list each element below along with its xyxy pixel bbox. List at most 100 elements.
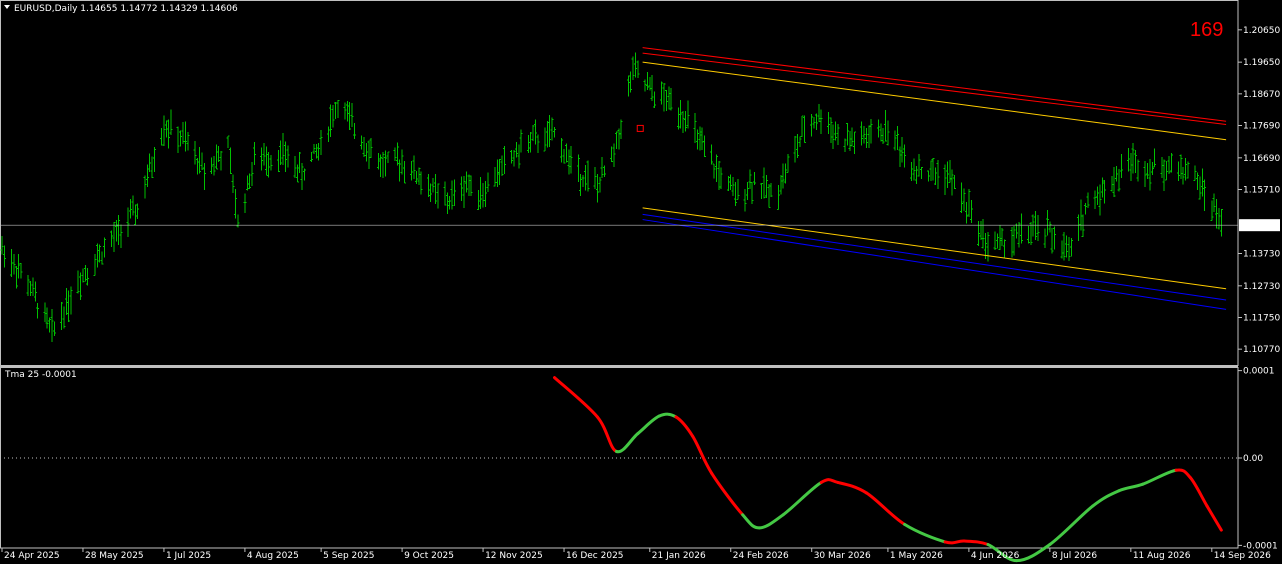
price-bar — [969, 200, 973, 224]
price-bar — [298, 152, 302, 174]
channel-line[interactable] — [642, 213, 1227, 301]
price-bar — [262, 143, 266, 166]
price-bar — [693, 113, 697, 144]
price-bar — [79, 272, 83, 301]
price-bar — [1067, 236, 1071, 261]
price-bar — [312, 144, 316, 155]
price-bar — [893, 130, 897, 151]
price-bar — [93, 254, 97, 276]
price-bar — [500, 155, 504, 176]
channel-line[interactable] — [642, 61, 1227, 141]
channel-line[interactable] — [642, 219, 1227, 310]
osc-segment — [674, 415, 695, 438]
price-bars — [0, 52, 1223, 342]
price-bar — [1160, 157, 1164, 179]
price-bar — [967, 188, 971, 218]
time-tick-label: 8 Jul 2026 — [1052, 551, 1097, 561]
price-bar — [869, 118, 873, 144]
price-bar — [1069, 237, 1073, 257]
price-tick-label: 1.20650 — [1243, 26, 1280, 36]
price-bar — [543, 127, 547, 152]
price-bar — [953, 175, 957, 190]
price-tick-label: 1.12730 — [1243, 282, 1280, 292]
price-bar — [545, 120, 549, 148]
channel-line[interactable] — [642, 52, 1227, 126]
price-bar — [995, 233, 999, 249]
price-bar — [76, 270, 80, 294]
price-bar — [498, 159, 502, 186]
price-bar — [17, 254, 21, 279]
price-bar — [564, 143, 568, 163]
price-bar — [686, 100, 690, 129]
price-bar — [269, 154, 273, 171]
price-bar — [286, 145, 290, 168]
price-bar — [176, 126, 180, 154]
price-bar — [548, 115, 552, 147]
price-bar — [1217, 207, 1221, 230]
price-bar — [333, 101, 337, 119]
price-bar — [698, 126, 702, 151]
price-bar — [1134, 150, 1138, 174]
price-bar — [576, 154, 580, 182]
price-bar — [1146, 162, 1150, 180]
price-bar — [748, 169, 752, 190]
price-bar — [910, 162, 914, 181]
price-bar — [1212, 193, 1216, 212]
trading-chart[interactable]: 1.14606 1.20650 1.19650 1.18670 1.17690 1.16… — [0, 0, 1282, 564]
price-bar — [760, 183, 764, 199]
price-bar — [426, 173, 430, 198]
price-bar — [126, 207, 130, 238]
price-bar — [314, 144, 318, 159]
price-bar — [834, 121, 838, 141]
price-bar — [310, 152, 314, 163]
price-bar — [114, 220, 118, 242]
price-bar — [1003, 239, 1007, 259]
osc-segment — [741, 513, 761, 530]
time-tick-label: 30 Mar 2026 — [814, 551, 871, 561]
price-bar — [767, 183, 771, 208]
caret-down-icon[interactable] — [4, 5, 10, 9]
price-bar — [136, 203, 140, 219]
price-bar — [769, 182, 773, 198]
price-bar — [145, 164, 149, 188]
price-bar — [1203, 179, 1207, 212]
price-bar — [200, 152, 204, 170]
price-bar — [1093, 190, 1097, 210]
price-bar — [267, 151, 271, 178]
price-bar — [653, 91, 657, 108]
price-bar — [1053, 226, 1057, 250]
price-bar — [912, 158, 916, 181]
price-bar — [33, 281, 37, 302]
price-tick-label: 1.19650 — [1243, 58, 1280, 68]
osc-segment — [1141, 468, 1178, 486]
time-tick-label: 28 May 2025 — [85, 551, 144, 561]
price-bar — [398, 159, 402, 182]
price-bar — [812, 117, 816, 129]
osc-segment — [1015, 543, 1052, 563]
price-bar — [1181, 166, 1185, 185]
price-bar — [67, 290, 71, 322]
price-bar — [595, 174, 599, 203]
price-bar — [745, 181, 749, 201]
price-bar — [753, 171, 757, 185]
time-tick-label: 24 Apr 2025 — [4, 551, 60, 561]
price-bar — [110, 230, 114, 248]
price-bar — [1026, 226, 1030, 244]
channel-line[interactable] — [642, 207, 1227, 290]
price-bar — [2, 245, 6, 268]
price-bar — [1112, 167, 1116, 197]
channel-line[interactable] — [642, 47, 1227, 122]
price-bar — [776, 184, 780, 210]
price-bar — [148, 153, 152, 172]
price-bar — [102, 237, 106, 258]
price-bar — [479, 177, 483, 209]
price-bar — [300, 162, 304, 191]
price-bar — [86, 267, 90, 286]
price-bar — [948, 159, 952, 183]
price-bar — [131, 195, 135, 216]
oscillator-line — [0, 376, 1238, 563]
time-tick-label: 16 Dec 2025 — [566, 551, 624, 561]
osc-segment — [710, 471, 745, 517]
price-bar — [100, 251, 104, 265]
price-bar — [462, 176, 466, 208]
